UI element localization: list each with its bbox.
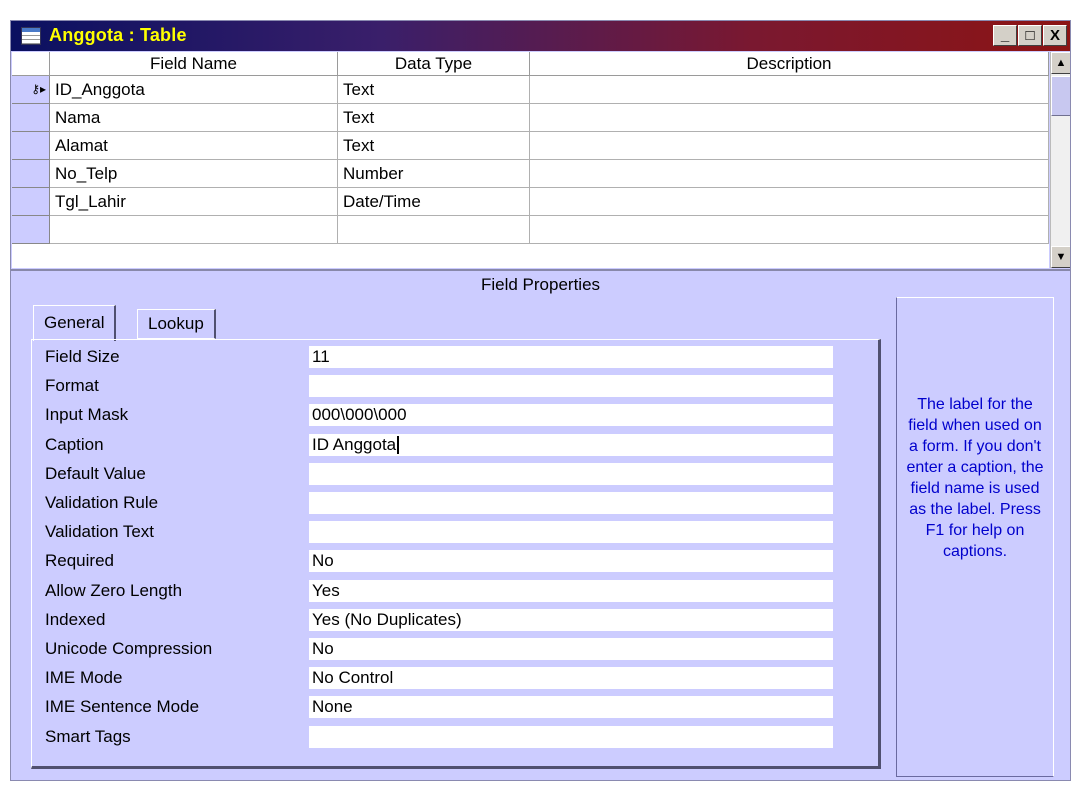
divider — [11, 269, 1070, 271]
table-icon — [21, 27, 41, 45]
tab-lookup[interactable]: Lookup — [137, 309, 216, 339]
header-description[interactable]: Description — [530, 52, 1049, 76]
primary-key-icon: ⚷▸ — [31, 82, 46, 96]
header-data-type[interactable]: Data Type — [338, 52, 530, 76]
property-label: Required — [45, 551, 114, 571]
property-value-text: ID Anggota — [312, 434, 397, 454]
title-bar[interactable]: Anggota : Table _ □ X — [11, 21, 1070, 51]
help-panel: The label for the field when used on a f… — [896, 297, 1054, 777]
grid-cell-type[interactable]: Text — [338, 76, 530, 104]
grid-cell-field[interactable] — [50, 216, 338, 244]
property-value[interactable]: None — [309, 696, 833, 719]
property-value[interactable] — [309, 725, 833, 748]
grid-cell-description[interactable] — [530, 132, 1049, 160]
scroll-thumb[interactable] — [1051, 76, 1070, 116]
header-field-name[interactable]: Field Name — [50, 52, 338, 76]
property-value-text: Yes — [312, 580, 340, 600]
property-value[interactable]: Yes — [309, 579, 833, 602]
property-label: Unicode Compression — [45, 639, 213, 658]
property-value[interactable]: No Control — [309, 667, 833, 690]
property-value[interactable]: ID Anggota — [309, 433, 833, 456]
grid-cell-type[interactable] — [338, 216, 530, 244]
text-caret — [397, 436, 400, 455]
grid-cell-field[interactable]: ID_Anggota — [50, 76, 338, 104]
row-selector[interactable] — [12, 160, 50, 188]
property-value[interactable]: 000\000\000 — [309, 404, 833, 427]
grid-scrollbar[interactable]: ▲ ▼ — [1050, 52, 1070, 268]
property-value[interactable] — [309, 492, 833, 514]
property-label: Allow Zero Length — [45, 580, 183, 600]
property-label: Format — [45, 376, 99, 396]
row-selector[interactable] — [12, 104, 50, 132]
property-value-text: None — [312, 697, 353, 717]
grid-corner — [12, 52, 50, 76]
property-value-text: 000\000\000 — [312, 405, 407, 425]
property-value[interactable]: No — [309, 638, 833, 660]
property-value[interactable] — [309, 521, 833, 544]
grid-cell-type[interactable]: Number — [338, 160, 530, 188]
property-label: Validation Rule — [45, 493, 159, 512]
grid-cell-type[interactable]: Date/Time — [338, 188, 530, 216]
minimize-button[interactable]: _ — [993, 25, 1017, 46]
table-design-window: Anggota : Table _ □ X Field Name Data Ty… — [10, 20, 1071, 781]
property-value[interactable] — [309, 375, 833, 398]
property-value-text: 11 — [312, 347, 330, 366]
property-label: Indexed — [45, 609, 106, 629]
scroll-up-icon[interactable]: ▲ — [1051, 52, 1070, 74]
grid-cell-field[interactable]: Alamat — [50, 132, 338, 160]
property-value-text: No Control — [312, 668, 394, 688]
field-grid: Field Name Data Type Description ⚷▸ ID_An… — [12, 52, 1049, 268]
scroll-down-icon[interactable]: ▼ — [1051, 246, 1070, 268]
grid-cell-field[interactable]: Nama — [50, 104, 338, 132]
help-text: The label for the field when used on a f… — [906, 396, 1044, 560]
property-value[interactable]: 11 — [309, 346, 833, 368]
grid-cell-description[interactable] — [530, 76, 1049, 104]
row-selector[interactable] — [12, 188, 50, 216]
row-selector[interactable] — [12, 132, 50, 160]
property-value[interactable] — [309, 462, 833, 485]
tab-general[interactable]: General — [33, 305, 117, 341]
maximize-button[interactable]: □ — [1018, 25, 1042, 46]
grid-cell-type[interactable]: Text — [338, 132, 530, 160]
property-label: Smart Tags — [45, 726, 131, 746]
property-value-text: No — [312, 551, 334, 571]
property-value[interactable]: No — [309, 550, 833, 573]
grid-cell-field[interactable]: Tgl_Lahir — [50, 188, 338, 216]
row-selector[interactable] — [12, 216, 50, 244]
property-label: Default Value — [45, 463, 146, 483]
property-value-text: No — [312, 639, 334, 658]
property-label: Field Size — [45, 347, 120, 366]
window-title: Anggota : Table — [49, 25, 187, 45]
grid-cell-field[interactable]: No_Telp — [50, 160, 338, 188]
property-value-text: Yes (No Duplicates) — [312, 609, 462, 629]
property-value[interactable]: Yes (No Duplicates) — [309, 608, 833, 631]
property-label: Caption — [45, 434, 104, 454]
grid-cell-description[interactable] — [530, 216, 1049, 244]
property-label: Validation Text — [45, 522, 154, 542]
property-label: Input Mask — [45, 405, 129, 425]
close-button[interactable]: X — [1043, 25, 1067, 46]
grid-cell-type[interactable]: Text — [338, 104, 530, 132]
field-properties-title: Field Properties — [480, 275, 601, 294]
property-label: IME Sentence Mode — [45, 697, 200, 717]
grid-cell-description[interactable] — [530, 188, 1049, 216]
grid-cell-description[interactable] — [530, 104, 1049, 132]
grid-cell-description[interactable] — [530, 160, 1049, 188]
row-selector[interactable]: ⚷▸ — [12, 76, 50, 104]
property-label: IME Mode — [45, 668, 123, 688]
